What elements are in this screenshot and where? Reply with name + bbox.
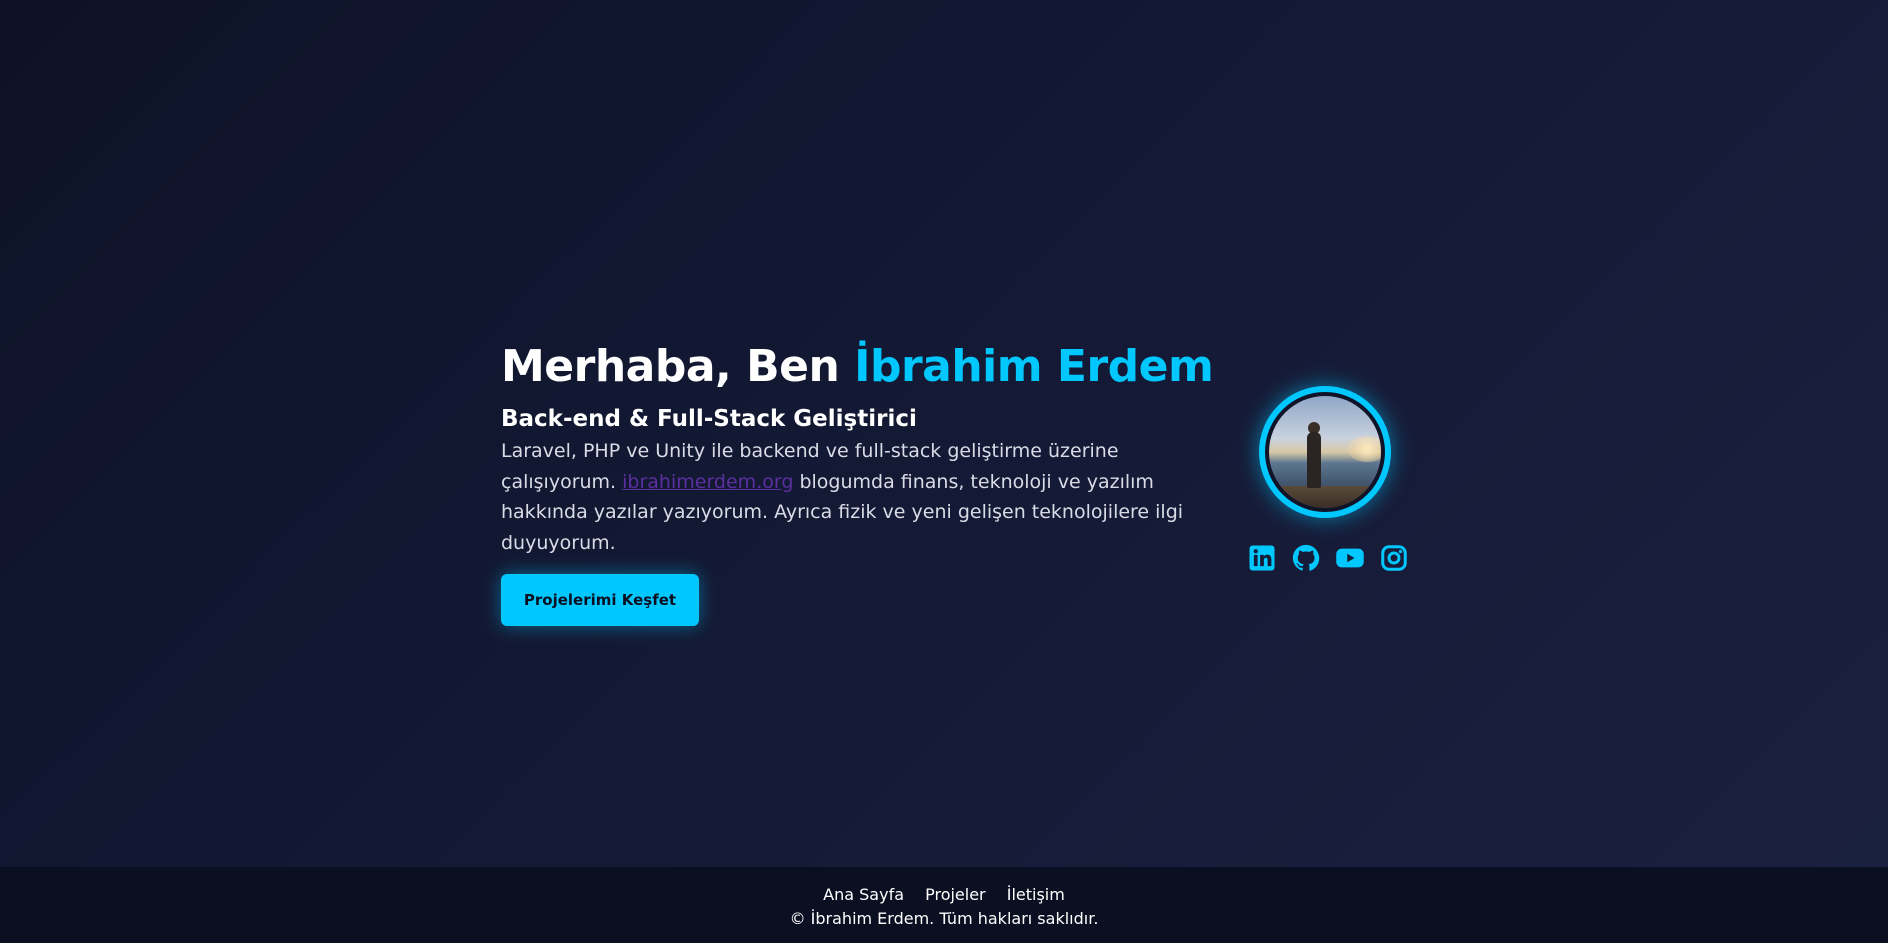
youtube-icon [1336, 548, 1364, 568]
explore-projects-button[interactable]: Projelerimi Keşfet [501, 574, 699, 626]
footer-link-contact[interactable]: İletişim [1007, 885, 1065, 904]
instagram-icon [1381, 545, 1407, 571]
blog-link[interactable]: ibrahimerdem.org [622, 471, 793, 493]
copyright-text: © İbrahim Erdem. Tüm hakları saklıdır. [789, 909, 1099, 928]
linkedin-link[interactable] [1247, 543, 1277, 573]
github-link[interactable] [1291, 543, 1321, 573]
youtube-link[interactable] [1335, 543, 1365, 573]
footer-nav: Ana Sayfa Projeler İletişim [0, 867, 1888, 906]
footer-link-projects[interactable]: Projeler [925, 885, 986, 904]
photo-person [1307, 432, 1321, 488]
github-icon [1292, 544, 1320, 571]
instagram-link[interactable] [1379, 543, 1409, 573]
photo-sun [1347, 436, 1381, 462]
greeting-text: Merhaba, Ben [501, 341, 855, 392]
hero-title: Merhaba, Ben İbrahim Erdem [501, 340, 1214, 394]
hero-description: Laravel, PHP ve Unity ile backend ve ful… [501, 436, 1201, 558]
hero-subtitle: Back-end & Full-Stack Geliştirici [501, 406, 917, 432]
profile-photo [1269, 396, 1381, 508]
footer-link-home[interactable]: Ana Sayfa [823, 885, 904, 904]
social-links [1247, 543, 1409, 573]
photo-ground [1269, 486, 1381, 508]
hero-section: Merhaba, Ben İbrahim Erdem Back-end & Fu… [501, 340, 1421, 640]
avatar [1259, 386, 1391, 518]
footer: Ana Sayfa Projeler İletişim © İbrahim Er… [0, 867, 1888, 943]
hero-text: Merhaba, Ben İbrahim Erdem Back-end & Fu… [501, 340, 1214, 558]
linkedin-icon [1249, 545, 1275, 571]
name-highlight: İbrahim Erdem [854, 341, 1214, 392]
